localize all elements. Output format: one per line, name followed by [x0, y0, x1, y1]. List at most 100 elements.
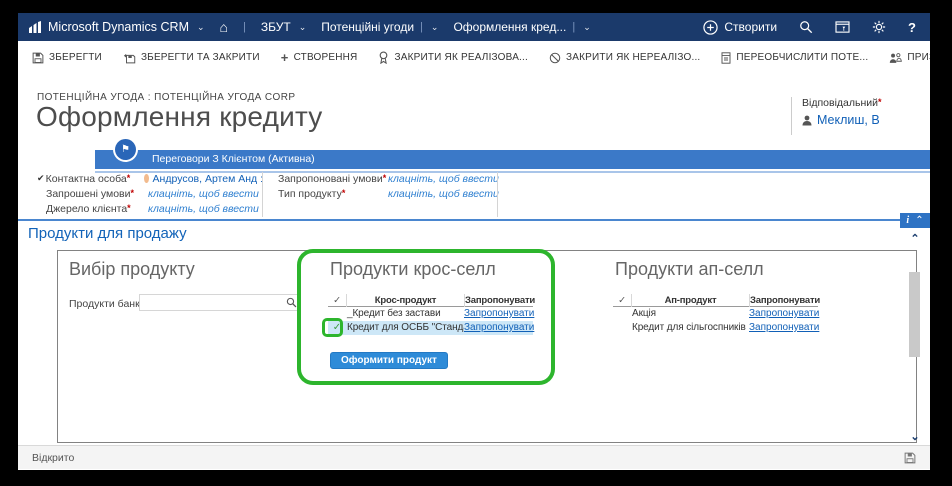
up-sell-table: ✓ Ап-продукт Запропонувати Акція Запропо… — [613, 294, 818, 335]
field-requested-terms: Запрошені умови* клацніть, щоб ввести — [37, 186, 263, 201]
close-won-label: ЗАКРИТИ ЯК РЕАЛІЗОВА... — [394, 52, 528, 63]
table-row[interactable]: _Кредит без застави Запропонувати — [328, 307, 533, 321]
vertical-scrollbar: ⌃ ⌄ — [906, 233, 924, 445]
process-stage-bar[interactable]: Переговори З Клієнтом (Активна) — [95, 150, 930, 169]
recalculate-button[interactable]: ПЕРЕОБЧИСЛИТИ ПОТЕ... — [721, 52, 868, 64]
issue-product-button[interactable]: Оформити продукт — [330, 352, 448, 369]
table-row-selected[interactable]: ✓ Кредит для ОСББ "Стандарт" Запропонува… — [328, 321, 533, 335]
nav-entity-opportunities[interactable]: Потенційні угоди | ⌄ — [321, 20, 438, 34]
nav-record-label: Оформлення кред... — [453, 20, 566, 34]
app-brand[interactable]: Microsoft Dynamics CRM ⌄ — [28, 20, 205, 34]
bank-products-label: Продукти банку — [69, 298, 145, 310]
nav-record-current[interactable]: Оформлення кред... | ⌄ — [453, 20, 590, 34]
assign-button[interactable]: ПРИЗНАЧИТИ — [889, 52, 930, 64]
calculator-icon — [721, 52, 731, 64]
nav-entity-label: Потенційні угоди — [321, 20, 414, 34]
click-to-enter-value[interactable]: клацніть, щоб ввести — [148, 203, 259, 215]
assign-people-icon — [889, 52, 902, 64]
table-row[interactable]: Акція Запропонувати — [613, 307, 818, 321]
section-title: Продукти для продажу — [28, 225, 187, 242]
product-name: Акція — [631, 307, 749, 321]
save-label: ЗБЕРЕГТИ — [49, 52, 102, 63]
propose-link[interactable]: Запропонувати — [749, 322, 819, 333]
required-marker: * — [878, 97, 882, 107]
chevron-down-icon: ⌄ — [299, 22, 307, 33]
nav-area-label: ЗБУТ — [261, 20, 291, 34]
person-icon — [802, 115, 812, 126]
info-icon: i — [906, 215, 909, 226]
table-header: ✓ Ап-продукт Запропонувати — [613, 294, 818, 307]
dynamics-logo-icon — [28, 21, 42, 33]
top-navbar: Microsoft Dynamics CRM ⌄ ⌂ | ЗБУТ ⌄ Поте… — [18, 13, 930, 41]
save-and-close-button[interactable]: ЗБЕРЕГТИ ТА ЗАКРИТИ — [123, 52, 260, 64]
selected-check-icon: ✓ — [328, 321, 346, 335]
recalculate-label: ПЕРЕОБЧИСЛИТИ ПОТЕ... — [736, 52, 868, 63]
check-column-icon: ✓ — [613, 294, 631, 307]
create-button[interactable]: Створити — [703, 20, 777, 35]
process-stage-label: Переговори З Клієнтом (Активна) — [152, 153, 315, 165]
form-column-right: Запропоновані умови* клацніть, щоб ввест… — [278, 171, 510, 201]
form-divider — [262, 172, 263, 217]
field-proposed-terms: Запропоновані умови* клацніть, щоб ввест… — [278, 171, 510, 186]
bank-products-input[interactable] — [139, 294, 300, 311]
close-as-won-button[interactable]: ЗАКРИТИ ЯК РЕАЛІЗОВА... — [378, 51, 528, 64]
field-product-type: Тип продукту* клацніть, щоб ввести — [278, 186, 510, 201]
gear-icon[interactable] — [872, 20, 886, 34]
owner-lookup[interactable]: Меклиш, В — [802, 113, 930, 127]
product-name: Кредит для ОСББ "Стандарт" — [346, 321, 464, 335]
save-close-label: ЗБЕРЕГТИ ТА ЗАКРИТИ — [141, 52, 260, 63]
lookup-search-icon[interactable] — [286, 297, 297, 308]
status-bar: Відкрито — [18, 445, 930, 469]
propose-link[interactable]: Запропонувати — [464, 322, 534, 333]
page-title: Оформлення кредиту — [36, 101, 323, 133]
contact-lookup[interactable]: Андрусов, Артем Анд : — [144, 173, 263, 185]
owner-field: Відповідальний* Меклиш, В — [791, 97, 930, 135]
table-header: ✓ Крос-продукт Запропонувати — [328, 294, 533, 307]
close-lost-label: ЗАКРИТИ ЯК НЕРЕАЛІЗО... — [566, 52, 700, 63]
form-column-left: ✔ Контактна особа* Андрусов, Артем Анд :… — [37, 171, 263, 216]
scroll-down-icon[interactable]: ⌄ — [906, 431, 924, 445]
advanced-find-icon[interactable] — [835, 21, 850, 34]
field-label: Запрошені умови* — [46, 188, 148, 200]
field-client-source: Джерело клієнта* клацніть, щоб ввести — [37, 201, 263, 216]
flag-icon: ⚑ — [121, 144, 130, 155]
section-divider-line — [18, 219, 930, 221]
field-contact: ✔ Контактна особа* Андрусов, Артем Анд : — [37, 171, 263, 186]
cross-sell-table: ✓ Крос-продукт Запропонувати _Кредит без… — [328, 294, 533, 335]
propose-link[interactable]: Запропонувати — [464, 308, 534, 319]
scrollbar-thumb[interactable] — [909, 272, 920, 357]
cross-sell-heading: Продукти крос-селл — [330, 259, 496, 280]
propose-link[interactable]: Запропонувати — [749, 308, 819, 319]
field-label: Запропоновані умови* — [278, 173, 388, 185]
app-brand-label: Microsoft Dynamics CRM — [48, 20, 189, 34]
save-button[interactable]: ЗБЕРЕГТИ — [32, 52, 102, 64]
nav-area-sales[interactable]: ЗБУТ ⌄ — [261, 20, 306, 34]
click-to-enter-value[interactable]: клацніть, щоб ввести — [148, 188, 259, 200]
status-text: Відкрито — [32, 452, 904, 464]
divider: | — [572, 21, 575, 33]
new-label: СТВОРЕННЯ — [294, 52, 358, 63]
click-to-enter-value[interactable]: клацніть, щоб ввести — [388, 173, 499, 185]
click-to-enter-value[interactable]: клацніть, щоб ввести — [388, 188, 499, 200]
plus-icon: + — [281, 53, 289, 63]
search-icon[interactable] — [799, 20, 813, 34]
chevron-up-icon: ⌃ — [915, 215, 923, 226]
save-close-icon — [123, 52, 136, 64]
scroll-up-icon[interactable]: ⌃ — [906, 233, 924, 247]
chevron-down-icon: ⌄ — [431, 22, 439, 33]
close-as-lost-button[interactable]: ЗАКРИТИ ЯК НЕРЕАЛІЗО... — [549, 52, 700, 64]
save-icon — [32, 52, 44, 64]
collapse-tab[interactable]: i ⌃ — [900, 213, 930, 228]
field-label: Контактна особа* — [46, 173, 144, 185]
process-stage-icon[interactable]: ⚑ — [115, 139, 136, 160]
help-icon[interactable]: ? — [908, 20, 916, 35]
column-product: Крос-продукт — [346, 294, 464, 307]
column-product: Ап-продукт — [631, 294, 749, 307]
table-row[interactable]: Кредит для сільгоспників Запропонувати — [613, 321, 818, 335]
assign-label: ПРИЗНАЧИТИ — [907, 52, 930, 63]
home-icon[interactable]: ⌂ — [220, 19, 228, 35]
products-panel: Вибір продукту Продукти банку Продукти к… — [57, 250, 917, 443]
check-column-icon: ✓ — [328, 294, 346, 307]
new-button[interactable]: + СТВОРЕННЯ — [281, 52, 358, 63]
product-name: Кредит для сільгоспників — [631, 321, 749, 335]
